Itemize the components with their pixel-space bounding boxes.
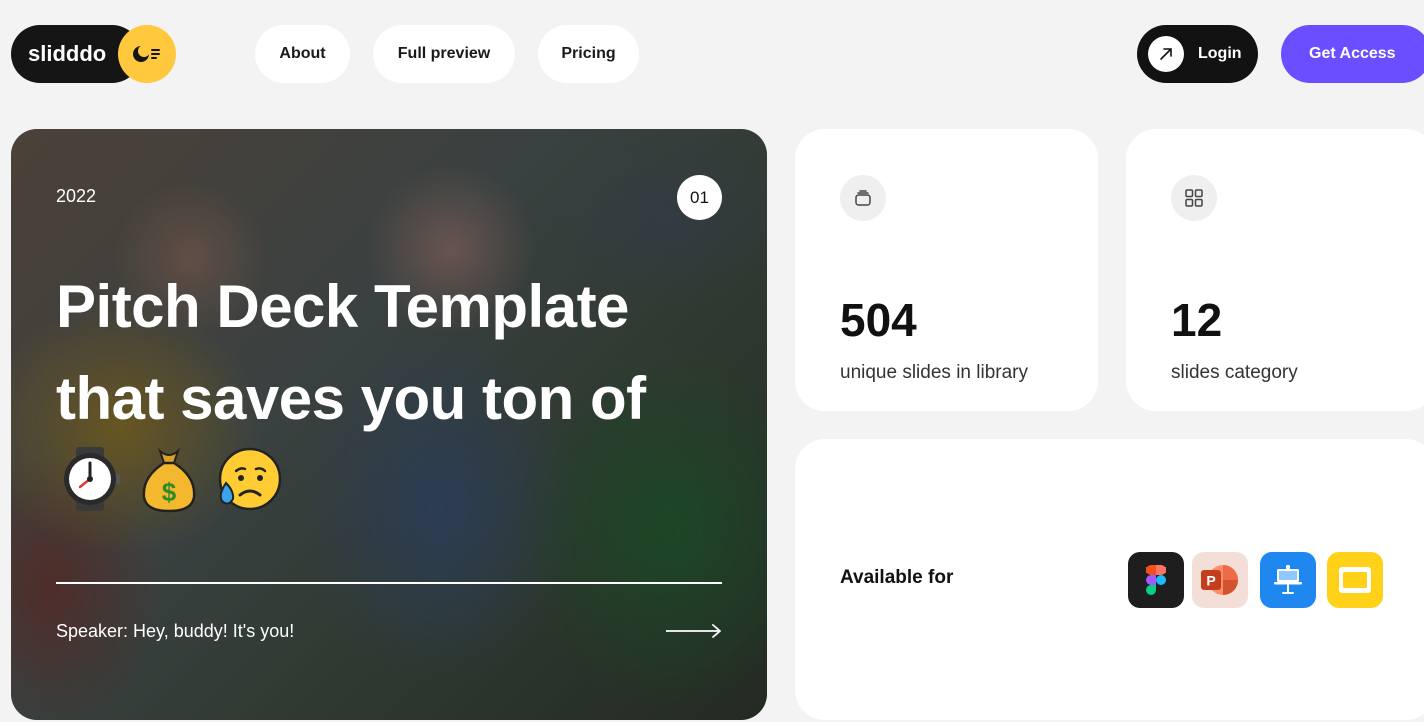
nav-pricing-link[interactable]: Pricing (538, 25, 639, 83)
hero-title-line-1: Pitch Deck Template (56, 273, 629, 340)
logo[interactable]: slidddo (11, 25, 176, 83)
money-bag-emoji-icon: $ (142, 447, 196, 513)
sad-sweat-emoji-icon (218, 447, 282, 511)
hero-divider (56, 582, 722, 584)
slide-number-badge: 01 (677, 175, 722, 220)
hero-year: 2022 (56, 186, 97, 206)
available-for-label: Available for (840, 567, 954, 588)
svg-text:$: $ (162, 477, 177, 507)
available-for-card: Available for P (795, 439, 1424, 720)
login-button[interactable]: Login (1137, 25, 1258, 83)
nav-about-link[interactable]: About (255, 25, 350, 83)
nav-full-preview-link[interactable]: Full preview (373, 25, 515, 83)
hero-title-line-2: that saves you ton of (56, 365, 646, 432)
arrow-up-right-icon (1148, 36, 1184, 72)
stat-value: 504 (840, 294, 917, 346)
stack-icon (840, 175, 886, 221)
hero-card: 2022 01 Pitch Deck Template that saves y… (11, 129, 767, 720)
get-access-button[interactable]: Get Access (1281, 25, 1424, 83)
watch-emoji-icon (64, 447, 120, 511)
arrow-right-icon[interactable] (666, 623, 722, 639)
login-label: Login (1198, 45, 1242, 62)
hero-emoji-row: $ (56, 445, 282, 513)
stat-label: unique slides in library (840, 362, 1028, 383)
hero-title: Pitch Deck Template that saves you ton o… (56, 261, 746, 445)
figma-icon[interactable] (1128, 552, 1184, 608)
logo-mark-icon (118, 25, 176, 83)
stat-value: 12 (1171, 294, 1223, 346)
google-slides-icon[interactable] (1327, 552, 1383, 608)
stat-card-slides: 504 unique slides in library (795, 129, 1098, 411)
hero-speaker-text: Speaker: Hey, buddy! It's you! (56, 621, 295, 641)
stat-card-categories: 12 slides category (1126, 129, 1424, 411)
keynote-icon[interactable] (1260, 552, 1316, 608)
stat-label: slides category (1171, 362, 1298, 383)
powerpoint-icon[interactable]: P (1192, 552, 1248, 608)
svg-text:P: P (1206, 573, 1215, 589)
grid-icon (1171, 175, 1217, 221)
